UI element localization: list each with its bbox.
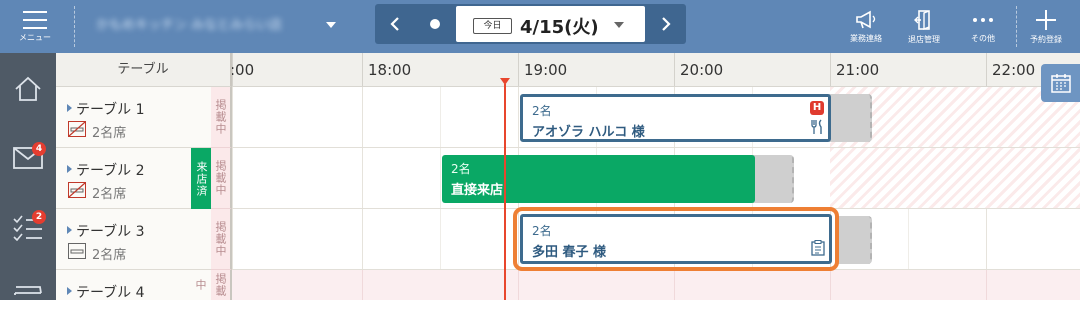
more-label: その他 [971,33,995,43]
party-size: 2名 [532,224,552,238]
prev-day-button[interactable] [375,4,415,44]
today-chip: 今日 [473,18,512,34]
visited-status: 来店済 [191,148,211,209]
reservation-card[interactable]: 2名 アオゾラ ハルコ 様 H [520,94,831,142]
table-row-header[interactable]: テーブル 1 2名席 [56,87,211,148]
calendar-icon [1051,74,1071,93]
hour-label: 18:00 [368,61,412,79]
hour-tick [518,53,519,86]
guest-name: 多田 春子 様 [532,245,607,260]
today-button[interactable] [430,19,440,29]
menu-button[interactable]: メニュー [0,0,70,53]
no-smoking-icon [68,121,86,137]
walkin-card[interactable]: 2名 直接来店 [442,155,755,203]
current-time-line [504,84,506,300]
timeline-lane[interactable] [232,270,1080,300]
exit-management-label: 退店管理 [908,34,940,44]
new-reservation-label: 予約登録 [1030,34,1062,44]
date-dropdown-icon [614,22,624,28]
home-nav-item[interactable] [0,59,56,119]
expand-triangle-icon [67,165,72,173]
hour-label: 20:00 [680,61,724,79]
table-row-header[interactable]: テーブル 4 [56,270,211,301]
table-row-header[interactable]: テーブル 2 2名席 来店済 [56,148,211,209]
more-button[interactable]: その他 [955,0,1011,53]
guest-name: 直接来店 [451,183,504,198]
table-name: テーブル 4 [76,285,145,301]
chevron-down-icon[interactable] [326,22,336,28]
hour-label: :00 [232,61,255,79]
hour-label: 22:00 [992,61,1036,79]
hour-tick [362,53,363,86]
megaphone-icon [856,10,876,28]
date-selector[interactable]: 今日 4/15(火) [456,6,645,42]
listing-status: 掲載中 [211,209,232,270]
mail-nav-item[interactable]: 4 [0,128,56,188]
listing-status: 掲載中 [194,270,232,300]
chevron-left-icon [390,17,399,31]
next-day-button[interactable] [646,4,686,44]
business-notice-button[interactable]: 業務連絡 [838,0,894,53]
home-icon [15,76,41,101]
plus-icon [1036,9,1056,30]
table-name: テーブル 3 [76,224,145,240]
seat-count: 2名席 [92,248,127,263]
store-nav-item[interactable] [0,268,56,328]
table-row: テーブル 4 掲載中 [56,270,1080,301]
time-axis-header: :00 18:00 19:00 20:00 21:00 22:00 [232,53,1080,87]
reservation-buffer [835,216,872,264]
smoking-seat-icon [68,243,86,259]
reservation-buffer [753,155,794,203]
expand-triangle-icon [67,104,72,112]
hour-tick [830,53,831,86]
hamburger-icon [23,10,47,29]
table-name: テーブル 1 [76,102,145,118]
tasks-nav-item[interactable]: 2 [0,198,56,258]
top-bar: メニュー かもめキッチン みなとみらい店 今日 4/15(火) 業務連絡 退店管 [0,0,1080,53]
reservation-buffer [829,94,872,142]
calendar-button[interactable] [1041,64,1080,102]
chevron-right-icon [662,17,671,31]
cutlery-icon [811,119,822,134]
more-dots-icon [973,17,993,22]
business-notice-label: 業務連絡 [850,33,882,43]
current-date: 4/15(火) [520,17,599,38]
hour-label: 19:00 [524,61,568,79]
reservation-card-selected[interactable]: 2名 多田 春子 様 [520,214,832,264]
hour-label: 21:00 [836,61,880,79]
table-column-header: テーブル [56,53,232,87]
new-reservation-button[interactable]: 予約登録 [1018,0,1074,53]
divider [74,6,76,47]
menu-label: メニュー [19,32,51,42]
listing-status: 掲載中 [211,87,232,148]
expand-triangle-icon [67,226,72,234]
exit-management-button[interactable]: 退店管理 [896,0,952,53]
table-name: テーブル 2 [76,163,145,179]
seat-count: 2名席 [92,126,127,141]
left-nav: 4 2 [0,53,56,300]
mail-badge: 4 [32,142,46,156]
seat-count: 2名席 [92,187,127,202]
guest-name: アオゾラ ハルコ 様 [532,125,645,140]
no-smoking-icon [68,182,86,198]
memo-clipboard-icon [811,240,825,256]
store-icon [14,286,42,295]
door-exit-icon [914,9,930,30]
listing-status: 掲載中 [211,148,232,209]
party-size: 2名 [532,104,552,118]
expand-triangle-icon [67,287,72,295]
store-name[interactable]: かもめキッチン みなとみらい店 [96,15,312,37]
hour-tick [986,53,987,86]
tasks-badge: 2 [32,210,46,224]
hour-tick [674,53,675,86]
party-size: 2名 [451,162,471,176]
table-row-header[interactable]: テーブル 3 2名席 [56,209,211,270]
date-navigator: 今日 4/15(火) [375,4,686,44]
hotpepper-badge-icon: H [810,101,824,115]
